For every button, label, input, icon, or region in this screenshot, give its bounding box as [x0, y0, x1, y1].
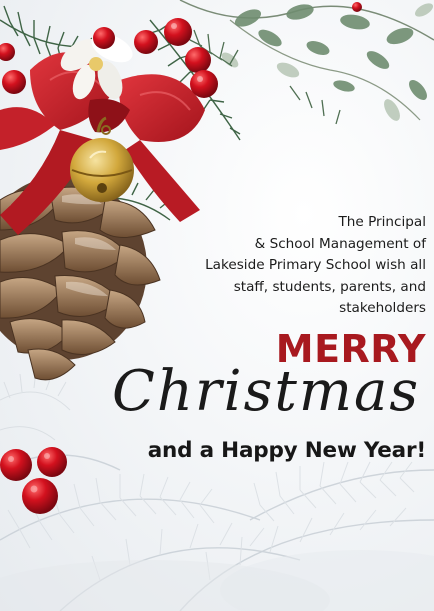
greeting-line: The Principal — [338, 214, 426, 230]
red-berries — [0, 447, 67, 514]
eucalyptus-and-pine-branches — [179, 0, 434, 125]
greeting-text: The Principal & School Management of Lak… — [126, 212, 426, 320]
christmas-greeting-card: The Principal & School Management of Lak… — [0, 0, 434, 611]
golden-bell — [70, 116, 134, 202]
greeting-line: stakeholders — [339, 300, 426, 316]
happy-new-year-text: and a Happy New Year! — [147, 438, 426, 463]
frosted-pine-branches — [0, 454, 434, 611]
greeting-line: staff, students, parents, and — [233, 278, 426, 295]
greeting-line: & School Management of — [254, 235, 426, 252]
christmas-script-word: Christmas — [112, 359, 421, 424]
greeting-line: Lakeside Primary School wish all — [205, 257, 426, 273]
faded-pine-left — [0, 369, 71, 441]
